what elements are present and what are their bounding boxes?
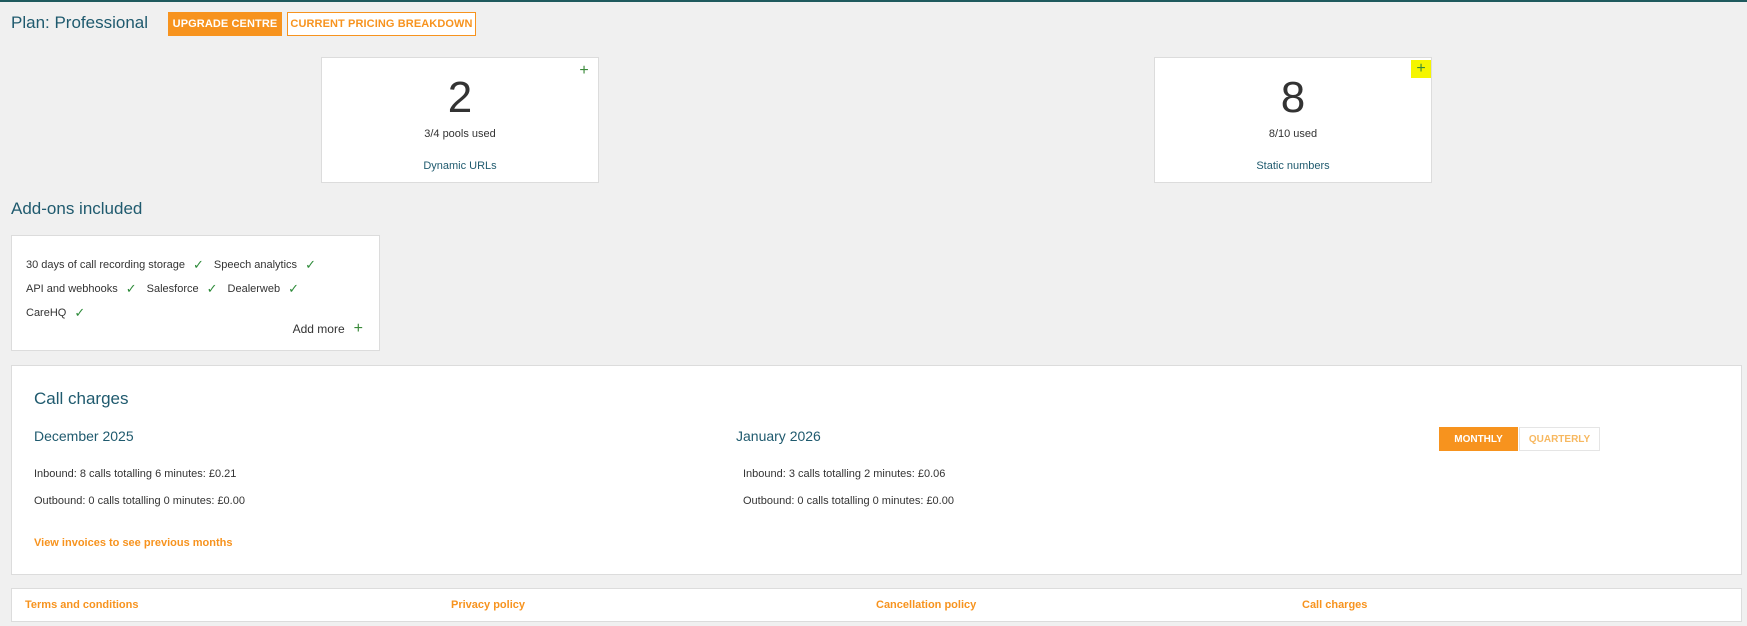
addon-label: API and webhooks [26, 283, 118, 295]
dynamic-urls-link[interactable]: Dynamic URLs [322, 160, 598, 172]
addon-item: Dealerweb ✓ [228, 281, 300, 297]
plan-title: Plan: Professional [11, 13, 149, 32]
addon-item: API and webhooks ✓ [26, 281, 137, 297]
terms-link[interactable]: Terms and conditions [25, 599, 138, 611]
addon-row: API and webhooks ✓ Salesforce ✓ Dealerwe… [26, 281, 309, 297]
check-icon: ✓ [288, 281, 300, 296]
upgrade-centre-button[interactable]: UPGRADE CENTRE [168, 12, 282, 36]
addon-item: CareHQ ✓ [26, 305, 85, 321]
plus-icon: + [353, 320, 363, 337]
outbound-summary: Outbound: 0 calls totalling 0 minutes: £… [743, 495, 954, 507]
pools-used-text: 3/4 pools used [424, 128, 496, 140]
footer-links-bar: Terms and conditions Privacy policy Canc… [11, 588, 1742, 622]
call-charges-title: Call charges [34, 389, 129, 408]
add-more-button[interactable]: Add more + [293, 321, 363, 337]
dynamic-urls-count: 2 [447, 73, 473, 122]
static-numbers-card: + 8 8/10 used Static numbers [1154, 57, 1432, 183]
addons-panel: 30 days of call recording storage ✓ Spee… [11, 235, 380, 351]
addon-item: Speech analytics ✓ [214, 257, 316, 273]
check-icon: ✓ [125, 281, 137, 296]
call-charges-link[interactable]: Call charges [1302, 599, 1367, 611]
check-icon: ✓ [206, 281, 218, 296]
monthly-toggle-button[interactable]: MONTHLY [1439, 427, 1518, 451]
call-charges-panel: Call charges December 2025 Inbound: 8 ca… [11, 365, 1742, 575]
pricing-breakdown-button[interactable]: CURRENT PRICING BREAKDOWN [287, 12, 476, 36]
outbound-summary: Outbound: 0 calls totalling 0 minutes: £… [34, 495, 245, 507]
period-month-title: January 2026 [736, 428, 821, 444]
addon-label: CareHQ [26, 307, 67, 319]
check-icon: ✓ [305, 257, 316, 272]
addons-heading: Add-ons included [11, 199, 143, 218]
addon-label: Dealerweb [227, 283, 281, 295]
addon-item: 30 days of call recording storage ✓ [26, 257, 204, 273]
check-icon: ✓ [192, 257, 204, 272]
inbound-summary: Inbound: 3 calls totalling 2 minutes: £0… [743, 468, 946, 480]
addon-label: Salesforce [146, 283, 199, 295]
privacy-policy-link[interactable]: Privacy policy [451, 599, 525, 611]
addon-label: 30 days of call recording storage [26, 259, 185, 271]
dynamic-urls-card: + 2 3/4 pools used Dynamic URLs [321, 57, 599, 183]
static-numbers-count: 8 [1280, 73, 1306, 122]
check-icon: ✓ [74, 305, 86, 320]
numbers-used-text: 8/10 used [1268, 128, 1318, 140]
add-more-label: Add more [292, 322, 345, 336]
addon-row: CareHQ ✓ [26, 305, 95, 321]
quarterly-toggle-button[interactable]: QUARTERLY [1519, 427, 1600, 451]
view-invoices-link[interactable]: View invoices to see previous months [34, 537, 232, 549]
addon-row: 30 days of call recording storage ✓ Spee… [26, 257, 326, 273]
inbound-summary: Inbound: 8 calls totalling 6 minutes: £0… [34, 468, 237, 480]
addon-item: Salesforce ✓ [147, 281, 218, 297]
static-numbers-link[interactable]: Static numbers [1155, 160, 1431, 172]
addon-label: Speech analytics [213, 259, 298, 271]
cancellation-policy-link[interactable]: Cancellation policy [876, 599, 976, 611]
period-month-title: December 2025 [34, 428, 134, 444]
